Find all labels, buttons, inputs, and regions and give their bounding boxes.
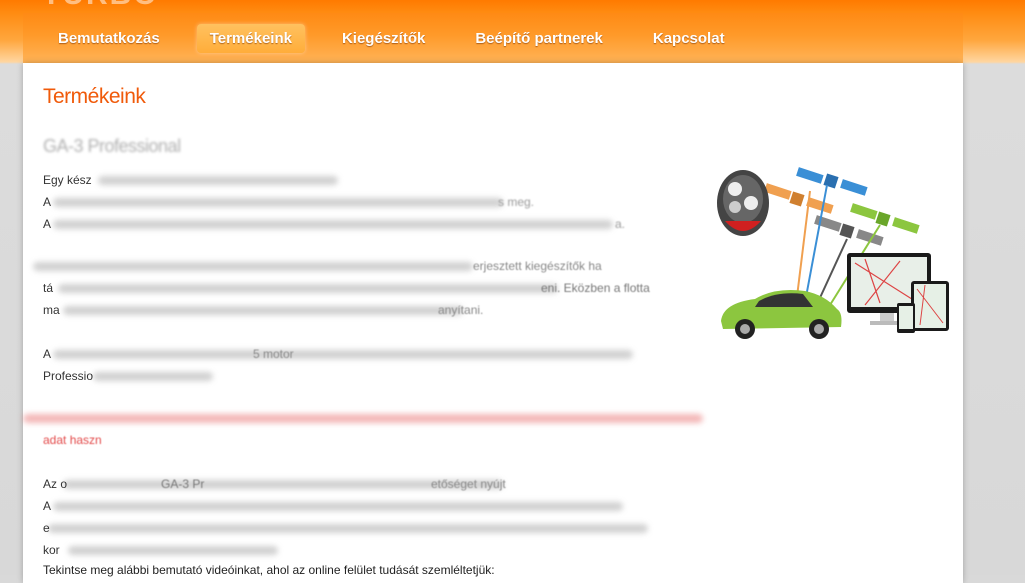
text-line: A 5 motor [43,343,673,365]
text-line: Egy kész [43,169,673,191]
section-title: GA-3 Professional [43,136,181,156]
paragraph-4: Az o GA-3 Pr etőséget nyújt A e kor [43,473,673,561]
main-navigation: Bemutatkozás Termékeink Kiegészítők Beép… [23,13,963,63]
site-logo-text[interactable]: TURBO [42,0,159,12]
text-line: Az o GA-3 Pr etőséget nyújt [43,477,506,491]
car-keyfob-icon [717,170,769,236]
text-line: kor [43,539,673,561]
main-content: Termékeink GA-3 Professional Egy kész A … [23,63,963,583]
text-line: tá eni. Eközben a flotta [43,281,650,295]
paragraph-2: erjesztett kiegészítők ha tá eni. Eközbe… [33,255,673,321]
text-line: A a. [43,217,626,231]
text-line: A [43,495,673,517]
nav-item-bemutatkozas[interactable]: Bemutatkozás [45,24,173,53]
paragraph-3: A 5 motor Professio [43,343,673,387]
page-title: Termékeink [43,85,146,108]
tablet-icon [911,281,949,331]
product-illustration [715,163,955,343]
text-line: Professio [43,365,673,387]
phone-icon [897,303,915,333]
text-line: A s meg. [43,195,535,209]
text-line: erjesztett kiegészítők ha [33,255,673,277]
text-line: e [43,517,673,539]
satellite-icon [850,203,920,234]
paragraph-1: Egy kész A s meg. A a. [43,169,673,235]
nav-item-termekeink[interactable]: Termékeink [196,23,305,53]
satellite-icon [796,167,868,196]
nav-item-kapcsolat[interactable]: Kapcsolat [640,24,738,53]
text-line: ma anyítani. [43,303,484,317]
nav-item-kiegeszitok[interactable]: Kiegészítők [329,24,438,53]
red-subsection-line [23,407,703,429]
nav-item-beepito-partnerek[interactable]: Beépítő partnerek [462,24,616,53]
car-icon [721,290,842,339]
subsection-heading: adat haszn [43,433,102,447]
satellite-icon [814,215,884,246]
